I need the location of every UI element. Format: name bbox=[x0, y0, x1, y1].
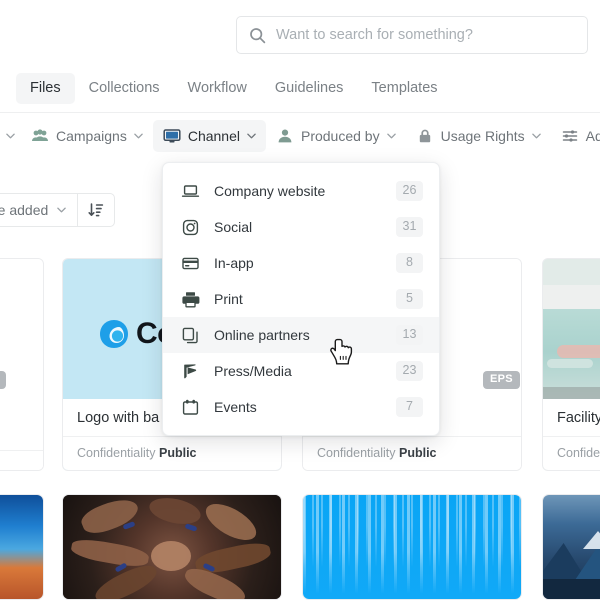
person-icon bbox=[276, 127, 294, 145]
filter-usage-rights-label: Usage Rights bbox=[440, 128, 525, 144]
group-people-icon bbox=[31, 127, 49, 145]
search-bar[interactable] bbox=[236, 16, 588, 54]
asset-meta-label: Confidentiality bbox=[77, 446, 156, 460]
sort-by-select[interactable]: y Date added bbox=[0, 194, 77, 226]
asset-card[interactable]: Facility Confide bbox=[542, 258, 600, 471]
filter-channel-label: Channel bbox=[187, 128, 240, 144]
chevron-down-icon bbox=[134, 133, 143, 139]
filter-produced-by[interactable]: Produced by bbox=[266, 120, 406, 152]
droplet-logo-icon bbox=[100, 320, 128, 348]
sliders-icon bbox=[561, 127, 579, 145]
sort-by-label: y Date added bbox=[0, 202, 49, 218]
chevron-down-icon bbox=[386, 133, 396, 139]
filter-bar: Campaigns Channel Produced by Usage Righ… bbox=[0, 118, 600, 154]
dropdown-item-print[interactable]: Print 5 bbox=[163, 281, 439, 317]
asset-meta: Confide bbox=[543, 437, 600, 470]
dropdown-item-in-app[interactable]: In-app 8 bbox=[163, 245, 439, 281]
calendar-icon bbox=[181, 398, 200, 417]
file-extension-badge: EPS bbox=[483, 371, 520, 389]
asset-meta-value: Public bbox=[159, 446, 197, 460]
asset-library-page: EPS Co Logo wi bbox=[0, 0, 600, 600]
sort-order-button[interactable] bbox=[78, 194, 114, 226]
dropdown-item-count: 13 bbox=[396, 325, 423, 345]
sort-bar: y Date added bbox=[0, 193, 116, 227]
asset-card[interactable] bbox=[62, 494, 282, 600]
filter-campaigns[interactable]: Campaigns bbox=[21, 120, 153, 152]
asset-meta bbox=[0, 451, 43, 470]
tab-collections[interactable]: Collections bbox=[75, 73, 174, 104]
tab-workflow[interactable]: Workflow bbox=[174, 73, 261, 104]
filter-channel[interactable]: Channel bbox=[152, 120, 266, 152]
tab-templates[interactable]: Templates bbox=[357, 73, 451, 104]
dropdown-item-count: 31 bbox=[396, 217, 423, 237]
filter-campaigns-label: Campaigns bbox=[56, 128, 127, 144]
asset-thumbnail bbox=[0, 495, 43, 599]
laptop-icon bbox=[181, 182, 200, 201]
asset-meta-label: Confide bbox=[557, 446, 600, 460]
dropdown-item-label: Company website bbox=[214, 183, 326, 199]
card-icon bbox=[181, 254, 200, 273]
asset-card[interactable] bbox=[0, 494, 44, 600]
asset-card-body: Facility Confide bbox=[543, 399, 600, 470]
dropdown-item-online-partners[interactable]: Online partners 13 bbox=[163, 317, 439, 353]
dropdown-item-events[interactable]: Events 7 bbox=[163, 389, 439, 425]
printer-icon bbox=[181, 290, 200, 309]
asset-thumbnail bbox=[63, 495, 281, 599]
chevron-down-icon bbox=[6, 133, 15, 139]
search-icon bbox=[249, 27, 266, 44]
asset-card[interactable]: EPS bbox=[0, 258, 44, 471]
sort-descending-icon bbox=[88, 203, 104, 217]
asset-card-body bbox=[0, 414, 43, 470]
dropdown-item-label: Social bbox=[214, 219, 253, 235]
camera-icon bbox=[181, 218, 200, 237]
lock-icon bbox=[416, 127, 434, 145]
copy-icon bbox=[181, 326, 200, 345]
asset-card[interactable] bbox=[302, 494, 522, 600]
monitor-icon bbox=[163, 127, 181, 145]
dropdown-item-count: 8 bbox=[396, 253, 423, 273]
asset-title: Facility bbox=[543, 399, 600, 437]
dropdown-item-count: 7 bbox=[396, 397, 423, 417]
dropdown-item-label: Print bbox=[214, 291, 243, 307]
tabs-divider bbox=[0, 112, 600, 113]
filter-advanced[interactable]: Ad bbox=[551, 120, 600, 152]
chevron-down-icon bbox=[531, 133, 541, 139]
channel-filter-dropdown: Company website 26 Social 31 In-app 8 Pr… bbox=[162, 162, 440, 436]
asset-meta-value: Public bbox=[399, 446, 437, 460]
asset-meta-label: Confidentiality bbox=[317, 446, 396, 460]
dropdown-item-label: In-app bbox=[214, 255, 254, 271]
primary-tabs: Files Collections Workflow Guidelines Te… bbox=[0, 70, 600, 107]
file-extension-badge: EPS bbox=[0, 371, 6, 389]
dropdown-item-social[interactable]: Social 31 bbox=[163, 209, 439, 245]
tab-guidelines[interactable]: Guidelines bbox=[261, 73, 358, 104]
asset-meta: Confidentiality Public bbox=[303, 437, 521, 470]
dropdown-item-press-media[interactable]: Press/Media 23 bbox=[163, 353, 439, 389]
dropdown-item-count: 5 bbox=[396, 289, 423, 309]
megaphone-icon bbox=[181, 362, 200, 381]
chevron-down-icon bbox=[247, 133, 256, 139]
filter-usage-rights[interactable]: Usage Rights bbox=[406, 120, 551, 152]
dropdown-item-company-website[interactable]: Company website 26 bbox=[163, 173, 439, 209]
asset-title bbox=[0, 414, 43, 451]
filter-advanced-label: Ad bbox=[585, 128, 600, 144]
dropdown-item-count: 23 bbox=[396, 361, 423, 381]
filter-overflow-caret[interactable] bbox=[0, 126, 21, 146]
filter-produced-by-label: Produced by bbox=[300, 128, 380, 144]
tab-files[interactable]: Files bbox=[16, 73, 75, 104]
dropdown-item-label: Events bbox=[214, 399, 257, 415]
asset-thumbnail bbox=[303, 495, 521, 599]
dropdown-item-label: Press/Media bbox=[214, 363, 292, 379]
dropdown-item-count: 26 bbox=[396, 181, 423, 201]
asset-thumbnail bbox=[543, 495, 600, 599]
search-input[interactable] bbox=[276, 27, 575, 43]
chevron-down-icon bbox=[57, 207, 67, 213]
asset-card[interactable] bbox=[542, 494, 600, 600]
dropdown-item-label: Online partners bbox=[214, 327, 310, 343]
asset-meta: Confidentiality Public bbox=[63, 437, 281, 470]
